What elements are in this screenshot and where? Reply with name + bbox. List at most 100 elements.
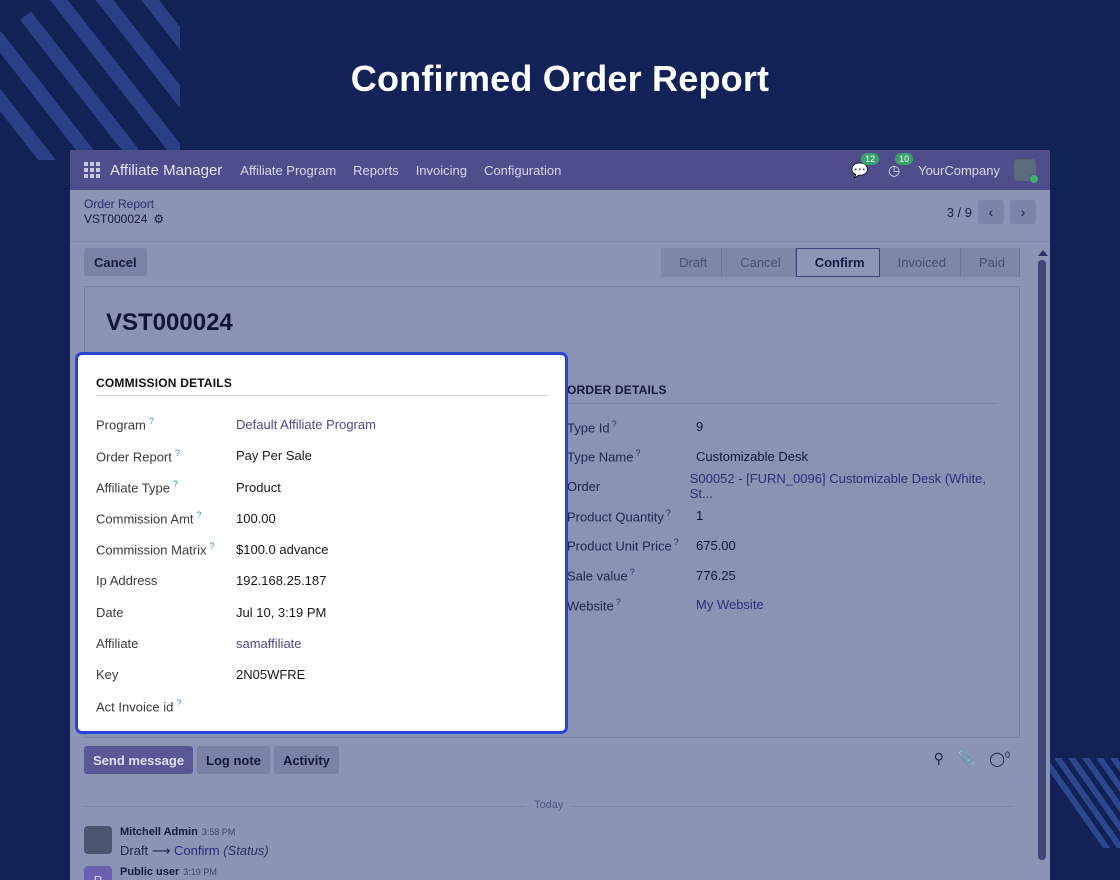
status-step-paid[interactable]: Paid: [960, 248, 1020, 277]
field-affiliate: Affiliate samaffiliate: [96, 628, 550, 659]
page-title: Confirmed Order Report: [350, 58, 770, 99]
help-icon[interactable]: ?: [149, 416, 154, 426]
field-label: Type Name: [567, 449, 634, 465]
field-label: Commission Matrix: [96, 542, 207, 558]
field-label: Order Report: [96, 449, 172, 465]
help-icon[interactable]: ?: [175, 448, 180, 458]
field-website: Website? My Website: [567, 590, 997, 620]
person-icon: ◯: [989, 750, 1005, 767]
author-name[interactable]: Public user: [120, 866, 179, 878]
followers-count: 0: [1004, 750, 1010, 760]
field-value: Jul 10, 3:19 PM: [236, 604, 327, 620]
tracking-old-value: Draft: [120, 843, 149, 858]
help-icon[interactable]: ?: [666, 508, 671, 518]
pager-value[interactable]: 3 / 9: [947, 205, 972, 220]
pager-next-button[interactable]: ›: [1010, 200, 1036, 224]
help-icon[interactable]: ?: [674, 537, 679, 547]
affiliate-link[interactable]: samaffiliate: [236, 636, 302, 651]
commission-details-fields: Program? Default Affiliate Program Order…: [96, 409, 550, 722]
field-product-quantity: Product Quantity? 1: [567, 501, 997, 531]
message-time: 3:58 PM: [201, 827, 236, 837]
gear-icon[interactable]: ⚙: [153, 212, 164, 226]
paperclip-icon[interactable]: 📎: [958, 750, 975, 768]
help-icon[interactable]: ?: [176, 698, 181, 708]
field-value: 1: [696, 508, 704, 524]
company-switcher[interactable]: YourCompany: [918, 163, 1000, 178]
pager: 3 / 9 ‹ ›: [947, 200, 1036, 224]
log-note-button[interactable]: Log note: [197, 746, 270, 774]
app-name[interactable]: Affiliate Manager: [110, 162, 222, 179]
help-icon[interactable]: ?: [197, 510, 202, 520]
status-step-invoiced[interactable]: Invoiced: [879, 248, 961, 277]
field-act-invoice-id: Act Invoice id?: [96, 690, 550, 721]
scrollbar[interactable]: [1038, 250, 1048, 870]
field-label: Sale value: [567, 568, 628, 584]
field-label: Product Unit Price: [567, 538, 672, 554]
message-author: Mitchell Admin 3:58 PM: [120, 826, 269, 838]
messages-button[interactable]: 💬 12: [850, 153, 880, 179]
help-icon[interactable]: ?: [173, 479, 178, 489]
author-name[interactable]: Mitchell Admin: [120, 826, 198, 838]
record-title: VST000024: [106, 309, 233, 336]
order-link[interactable]: S00052 - [FURN_0096] Customizable Desk (…: [690, 471, 997, 501]
field-order-report: Order Report? Pay Per Sale: [96, 440, 550, 471]
help-icon[interactable]: ?: [635, 448, 640, 458]
field-ip-address: Ip Address 192.168.25.187: [96, 565, 550, 596]
field-sale-value: Sale value? 776.25: [567, 560, 997, 590]
cancel-button[interactable]: Cancel: [84, 248, 147, 276]
send-message-button[interactable]: Send message: [84, 746, 194, 774]
status-step-cancel[interactable]: Cancel: [722, 248, 796, 277]
activity-button[interactable]: Activity: [273, 746, 339, 774]
field-value: 776.25: [696, 567, 736, 583]
field-date: Date Jul 10, 3:19 PM: [96, 597, 550, 628]
message-body: Draft ⟶ Confirm (Status): [120, 843, 269, 859]
menu-reports[interactable]: Reports: [353, 163, 399, 178]
followers-button[interactable]: ◯0: [989, 750, 1010, 768]
chatter-message: Mitchell Admin 3:58 PM Draft ⟶ Confirm (S…: [84, 826, 269, 859]
arrow-right-icon: ⟶: [151, 843, 175, 858]
help-icon[interactable]: ?: [616, 597, 621, 607]
user-avatar[interactable]: [1014, 159, 1039, 184]
menu-affiliate-program[interactable]: Affiliate Program: [240, 163, 336, 178]
field-order: Order S00052 - [FURN_0096] Customizable …: [567, 471, 997, 501]
order-details-heading: ORDER DETAILS: [567, 383, 997, 404]
field-value: 9: [696, 419, 704, 435]
activities-button[interactable]: ◷ 10: [884, 153, 914, 179]
scrollbar-thumb[interactable]: [1038, 260, 1046, 860]
order-details-section: ORDER DETAILS Type Id? 9 Type Name? Cust…: [567, 383, 997, 620]
pager-previous-button[interactable]: ‹: [978, 200, 1004, 224]
menu-invoicing[interactable]: Invoicing: [416, 163, 467, 178]
field-program: Program? Default Affiliate Program: [96, 409, 550, 440]
help-icon[interactable]: ?: [630, 567, 635, 577]
apps-menu-icon[interactable]: [84, 162, 100, 178]
status-step-draft[interactable]: Draft: [661, 248, 723, 277]
field-label: Order: [567, 478, 601, 494]
menu-configuration[interactable]: Configuration: [484, 163, 561, 178]
help-icon[interactable]: ?: [210, 541, 215, 551]
messages-badge: 12: [861, 153, 880, 165]
breadcrumb-parent[interactable]: Order Report: [84, 197, 154, 211]
scroll-up-arrow-icon[interactable]: [1038, 250, 1048, 256]
program-link[interactable]: Default Affiliate Program: [236, 417, 376, 432]
field-label: Affiliate Type: [96, 480, 170, 496]
field-label: Date: [96, 604, 124, 620]
field-value: Product: [236, 479, 281, 495]
search-icon[interactable]: ⚲: [934, 750, 944, 768]
field-commission-amt: Commission Amt? 100.00: [96, 503, 550, 534]
chatter-buttons: Send message Log note Activity: [84, 746, 339, 774]
message-time: 3:19 PM: [183, 867, 217, 877]
website-link[interactable]: My Website: [696, 597, 764, 612]
field-label: Ip Address: [96, 573, 158, 589]
status-steps: Draft Cancel Confirm Invoiced Paid: [661, 248, 1020, 277]
field-label: Affiliate: [96, 635, 139, 651]
avatar[interactable]: [84, 826, 112, 854]
avatar[interactable]: P: [84, 866, 112, 880]
top-navbar: Affiliate Manager Affiliate Program Repo…: [70, 150, 1050, 190]
field-type-name: Type Name? Customizable Desk: [567, 442, 997, 472]
tracking-field: (Status): [223, 843, 269, 858]
chatter-toolbar: ⚲ 📎 ◯0: [934, 750, 1010, 768]
status-step-confirm[interactable]: Confirm: [795, 248, 880, 277]
field-type-id: Type Id? 9: [567, 412, 997, 442]
statusbar-row: Cancel Draft Cancel Confirm Invoiced Pai…: [70, 248, 1030, 280]
help-icon[interactable]: ?: [612, 419, 617, 429]
